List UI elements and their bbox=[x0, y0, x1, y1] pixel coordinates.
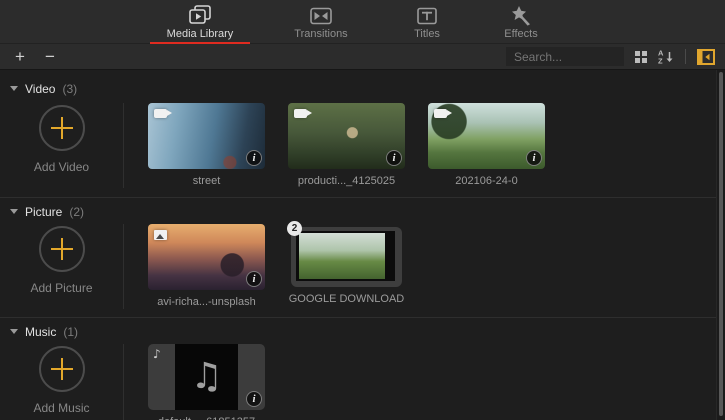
add-label: Add Video bbox=[33, 160, 90, 174]
media-item-video[interactable]: 202106-24-0 bbox=[428, 103, 545, 188]
media-item-label: 202106-24-0 bbox=[455, 175, 518, 187]
picture-icon bbox=[154, 230, 167, 240]
add-media-button[interactable]: + bbox=[10, 48, 30, 65]
scrollbar-track bbox=[716, 70, 725, 420]
section-count: (1) bbox=[63, 324, 79, 339]
folder-preview-image bbox=[299, 233, 385, 279]
add-picture-button[interactable]: Add Picture bbox=[0, 224, 123, 295]
media-item-folder[interactable]: 2 GOOGLE DOWNLOAD bbox=[287, 221, 405, 309]
remove-media-button[interactable]: − bbox=[40, 48, 60, 65]
section-count: (3) bbox=[62, 81, 78, 96]
add-music-button[interactable]: Add Music bbox=[0, 344, 123, 415]
plus-circle-icon bbox=[38, 346, 85, 392]
titles-icon bbox=[417, 4, 437, 28]
section-title: Picture bbox=[25, 204, 63, 219]
section-picture: Picture (2) Add Picture avi-richa...-uns… bbox=[0, 197, 725, 317]
tab-effects[interactable]: Effects bbox=[491, 0, 551, 44]
section-music: Music (1) Add Music ♪ ♫ default.. bbox=[0, 317, 725, 420]
tab-media-library[interactable]: Media Library bbox=[150, 0, 250, 44]
section-video: Video (3) Add Video street bbox=[0, 70, 725, 197]
video-thumbnail bbox=[148, 103, 265, 169]
media-item-label: avi-richa...-unsplash bbox=[157, 296, 256, 308]
scrollbar[interactable] bbox=[719, 72, 723, 416]
media-library-icon bbox=[188, 4, 212, 28]
info-icon[interactable] bbox=[246, 271, 262, 287]
section-header: Picture (2) bbox=[0, 198, 725, 220]
music-thumbnail: ♪ ♫ bbox=[148, 344, 265, 410]
active-tab-underline bbox=[150, 42, 250, 44]
tab-label: Titles bbox=[414, 28, 440, 40]
video-thumbnail bbox=[428, 103, 545, 169]
section-header: Video (3) bbox=[0, 70, 725, 97]
media-item-music[interactable]: ♪ ♫ default..._61851357 bbox=[148, 344, 265, 420]
media-item-picture[interactable]: avi-richa...-unsplash bbox=[148, 224, 265, 309]
tab-transitions[interactable]: Transitions bbox=[286, 0, 356, 44]
tab-label: Transitions bbox=[294, 28, 348, 40]
plus-circle-icon bbox=[38, 105, 85, 151]
add-video-button[interactable]: Add Video bbox=[0, 103, 123, 174]
media-item-label: GOOGLE DOWNLOAD bbox=[288, 293, 405, 305]
svg-text:Z: Z bbox=[658, 57, 663, 65]
picture-thumbnail bbox=[148, 224, 265, 290]
media-item-label: producti..._4125025 bbox=[297, 175, 396, 187]
item-count-badge: 2 bbox=[287, 221, 302, 236]
section-header: Music (1) bbox=[0, 318, 725, 340]
media-item-label: default..._61851357 bbox=[148, 415, 265, 420]
info-icon[interactable] bbox=[526, 150, 542, 166]
effects-icon bbox=[510, 4, 532, 28]
music-note-icon: ♪ bbox=[153, 347, 161, 361]
info-icon[interactable] bbox=[246, 150, 262, 166]
transitions-icon bbox=[310, 4, 332, 28]
toolbar-divider bbox=[685, 49, 686, 64]
media-list: Video (3) Add Video street bbox=[0, 70, 725, 420]
media-item-video[interactable]: producti..._4125025 bbox=[288, 103, 405, 188]
media-item-video[interactable]: street bbox=[148, 103, 265, 188]
tab-bar: Media Library Transitions Titles Effects bbox=[0, 0, 725, 44]
music-note-icon: ♫ bbox=[190, 356, 223, 397]
info-icon[interactable] bbox=[246, 391, 262, 407]
section-title: Video bbox=[25, 81, 56, 96]
collapse-triangle-icon[interactable] bbox=[10, 209, 18, 214]
tab-label: Media Library bbox=[166, 28, 234, 40]
collapse-panel-icon[interactable] bbox=[697, 48, 715, 65]
video-camera-icon bbox=[154, 109, 172, 118]
tab-label: Effects bbox=[504, 28, 538, 40]
video-camera-icon bbox=[434, 109, 452, 118]
search-input[interactable] bbox=[506, 47, 624, 66]
video-thumbnail bbox=[288, 103, 405, 169]
music-tile: ♫ bbox=[175, 344, 238, 410]
sort-icon[interactable]: A Z bbox=[658, 49, 674, 64]
media-item-label: street bbox=[192, 175, 221, 187]
video-camera-icon bbox=[294, 109, 312, 118]
folder-thumbnail: 2 bbox=[287, 221, 402, 287]
section-title: Music bbox=[25, 324, 57, 339]
section-count: (2) bbox=[69, 204, 85, 219]
plus-circle-icon bbox=[38, 226, 85, 272]
add-label: Add Music bbox=[33, 401, 90, 415]
media-toolbar: + − A Z bbox=[0, 44, 725, 70]
tab-titles[interactable]: Titles bbox=[397, 0, 457, 44]
add-label: Add Picture bbox=[30, 281, 93, 295]
collapse-triangle-icon[interactable] bbox=[10, 329, 18, 334]
grid-view-icon[interactable] bbox=[635, 50, 647, 63]
info-icon[interactable] bbox=[386, 150, 402, 166]
collapse-triangle-icon[interactable] bbox=[10, 86, 18, 91]
